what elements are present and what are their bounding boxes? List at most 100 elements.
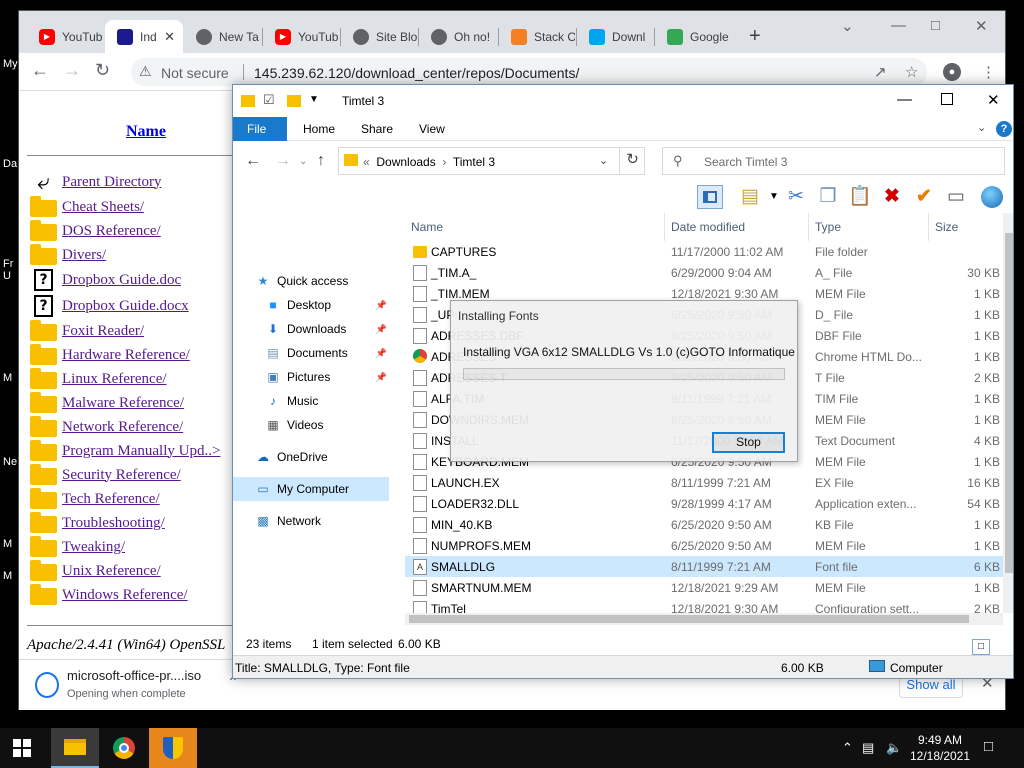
help-icon[interactable]: ? <box>996 121 1012 137</box>
listing-link[interactable]: DOS Reference/ <box>62 223 161 240</box>
tab-4[interactable]: ▶ YouTub <box>263 20 339 53</box>
new-tab-icon[interactable]: + <box>749 25 761 48</box>
tab-search-icon[interactable]: ⌄ <box>841 17 854 35</box>
listing-link[interactable]: Hardware Reference/ <box>62 347 190 364</box>
maximize-icon[interactable]: □ <box>931 17 940 34</box>
large-icons-view-icon[interactable]: □ <box>972 639 990 655</box>
clock[interactable]: 9:49 AM 12/18/2021 <box>903 732 977 764</box>
column-divider[interactable] <box>928 213 929 241</box>
volume-muted-icon[interactable]: 🔈 <box>886 740 902 756</box>
delete-icon[interactable]: ✖ <box>879 185 905 209</box>
listing-link[interactable]: Windows Reference/ <box>62 587 188 604</box>
name-column-header[interactable]: Name <box>126 123 166 141</box>
minimize-icon[interactable]: — <box>897 91 912 108</box>
new-folder-icon[interactable] <box>287 95 301 107</box>
recent-locations-icon[interactable]: ⌄ <box>299 156 307 167</box>
listing-link[interactable]: Troubleshooting/ <box>62 515 165 532</box>
address-dropdown-icon[interactable]: ⌄ <box>599 154 608 167</box>
properties-icon[interactable]: ☑ <box>263 92 275 108</box>
minimize-icon[interactable]: — <box>891 17 906 34</box>
file-row[interactable]: MIN_40.KB 6/25/2020 9:50 AM KB File 1 KB <box>405 514 1003 535</box>
breadcrumb-timtel[interactable]: Timtel 3 <box>453 155 495 169</box>
expand-ribbon-icon[interactable]: ⌄ <box>977 121 986 134</box>
stop-button[interactable]: Stop <box>712 432 785 453</box>
scroll-thumb[interactable] <box>1005 233 1013 573</box>
share-icon[interactable]: ↗ <box>874 63 887 81</box>
url-text[interactable]: 145.239.62.120/download_center/repos/Doc… <box>254 65 579 81</box>
nav-item-desktop[interactable]: ■ Desktop 📌 <box>233 293 389 317</box>
show-hidden-icons-icon[interactable]: ⌃ <box>842 740 853 756</box>
scroll-thumb[interactable] <box>409 615 969 623</box>
desktop-icon-label[interactable]: M <box>3 570 12 582</box>
checkmark-icon[interactable]: ✔ <box>911 185 937 209</box>
listing-link[interactable]: Tech Reference/ <box>62 491 160 508</box>
tab-file[interactable]: File <box>233 117 287 141</box>
column-divider[interactable] <box>664 213 665 241</box>
download-filename[interactable]: microsoft-office-pr....iso <box>67 668 201 683</box>
listing-link[interactable]: Cheat Sheets/ <box>62 199 144 216</box>
tab-6[interactable]: Oh no! <box>419 20 495 53</box>
column-date-modified[interactable]: Date modified <box>671 220 745 234</box>
desktop-icon-label[interactable]: M <box>3 372 12 384</box>
horizontal-scrollbar[interactable] <box>405 613 1003 625</box>
desktop-icon-label[interactable]: My <box>3 58 18 70</box>
tab-7[interactable]: Stack O <box>499 20 575 53</box>
desktop-icon-label[interactable]: Ne <box>3 456 17 468</box>
file-row[interactable]: CAPTURES 11/17/2000 11:02 AM File folder <box>405 241 1003 262</box>
profile-avatar-icon[interactable]: ● <box>943 63 961 81</box>
installer-shield-taskbar-icon[interactable] <box>149 728 197 768</box>
preview-pane-icon[interactable] <box>697 185 723 209</box>
nav-item-downloads[interactable]: ⬇ Downloads 📌 <box>233 317 389 341</box>
tab-1[interactable]: ▶ YouTub <box>27 20 103 53</box>
listing-link[interactable]: Linux Reference/ <box>62 371 167 388</box>
desktop-icon-label[interactable]: U <box>3 270 11 282</box>
search-input[interactable]: ⚲ Search Timtel 3 <box>662 147 1005 175</box>
tab-home[interactable]: Home <box>289 117 349 141</box>
file-row[interactable]: NUMPROFS.MEM 6/25/2020 9:50 AM MEM File 1 K… <box>405 535 1003 556</box>
network-icon[interactable]: ▤ <box>862 740 874 756</box>
forward-icon[interactable]: → <box>63 60 81 81</box>
listing-link[interactable]: Unix Reference/ <box>62 563 161 580</box>
nav-item-quick-access[interactable]: ★ Quick access <box>233 269 389 293</box>
tab-2[interactable]: Ind ✕ <box>105 20 183 53</box>
paste-icon[interactable]: 📋 <box>847 185 873 209</box>
listing-link[interactable]: Tweaking/ <box>62 539 125 556</box>
listing-link[interactable]: Dropbox Guide.doc <box>62 272 181 289</box>
cut-icon[interactable]: ✂ <box>783 185 809 209</box>
properties-icon[interactable]: ▭ <box>943 185 969 209</box>
file-row[interactable]: LAUNCH.EX 8/11/1999 7:21 AM EX File 16 KB <box>405 472 1003 493</box>
file-row[interactable]: _TIM.A_ 6/29/2000 9:04 AM A_ File 30 KB <box>405 262 1003 283</box>
file-row[interactable]: TimTel 12/18/2021 9:30 AM Configuration se… <box>405 598 1003 613</box>
desktop-icon-label[interactable]: Fr <box>3 258 13 270</box>
close-icon[interactable]: ✕ <box>975 17 988 35</box>
pin-icon[interactable]: 📌 <box>376 324 387 335</box>
nav-item-videos[interactable]: ▦ Videos <box>233 413 389 437</box>
column-name[interactable]: Name <box>411 220 443 234</box>
chrome-taskbar-icon[interactable] <box>100 728 148 768</box>
back-icon[interactable]: ← <box>245 152 261 170</box>
pin-icon[interactable]: 📌 <box>376 348 387 359</box>
breadcrumb-chevron-icon[interactable]: › <box>439 155 450 169</box>
windows-start-icon[interactable] <box>13 739 31 757</box>
listing-link[interactable]: Security Reference/ <box>62 467 181 484</box>
nav-item-onedrive[interactable]: ☁ OneDrive <box>233 445 389 469</box>
nav-item-music[interactable]: ♪ Music <box>233 389 389 413</box>
breadcrumb-downloads[interactable]: Downloads <box>376 155 435 169</box>
listing-link[interactable]: Dropbox Guide.docx <box>62 298 189 315</box>
listing-link[interactable]: Program Manually Upd..> <box>62 443 220 460</box>
refresh-icon[interactable]: ↻ <box>619 147 645 175</box>
close-icon[interactable]: ✕ <box>987 91 1000 109</box>
listing-link[interactable]: Malware Reference/ <box>62 395 184 412</box>
address-bar[interactable]: ⚠ Not secure 145.239.62.120/download_cen… <box>131 58 927 86</box>
customize-quick-access-icon[interactable]: ▼ <box>309 94 319 105</box>
maximize-icon[interactable] <box>941 93 953 105</box>
close-tab-icon[interactable]: ✕ <box>164 29 175 45</box>
tab-view[interactable]: View <box>405 117 459 141</box>
desktop-icon-label[interactable]: M <box>3 538 12 550</box>
nav-item-documents[interactable]: ▤ Documents 📌 <box>233 341 389 365</box>
views-icon[interactable]: ▤ <box>737 185 763 209</box>
tab-5[interactable]: Site Blo <box>341 20 417 53</box>
nav-item-pictures[interactable]: ▣ Pictures 📌 <box>233 365 389 389</box>
notifications-icon[interactable]: □ <box>984 738 993 755</box>
pin-icon[interactable]: 📌 <box>376 300 387 311</box>
